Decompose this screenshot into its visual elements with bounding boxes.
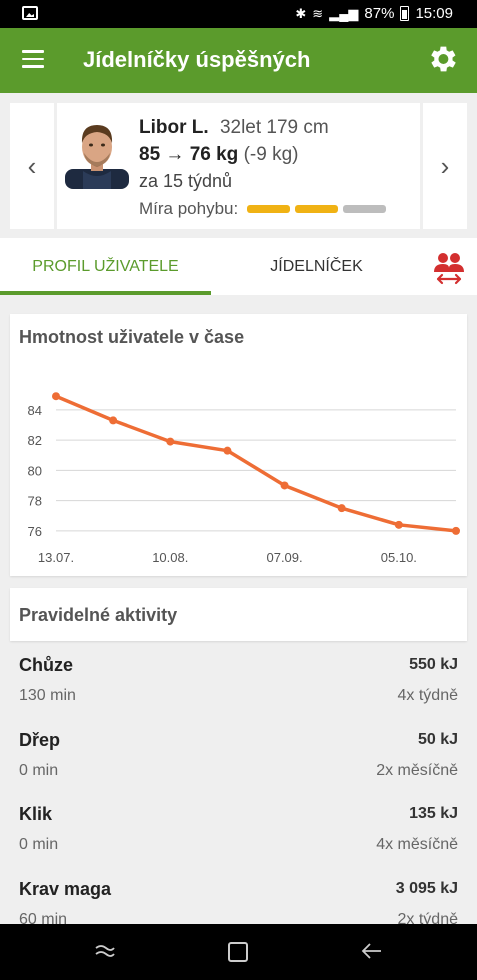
activity-duration: 0 min [19,836,59,853]
signal-icon: ▂▄▆ [329,5,359,21]
activity-item: Klik 135 kJ 0 min 4x měsíčně [0,790,477,865]
y-tick-label: 78 [28,494,42,509]
data-point [337,504,346,513]
activity-level-segment [247,205,291,213]
activity-item: Chůze 550 kJ 130 min 4x týdně [0,641,477,716]
gear-icon[interactable] [425,42,459,76]
activity-level-bars [247,205,387,213]
profile-weight-line: 85 → 76 kg (-9 kg) [139,144,298,166]
activity-duration: 0 min [19,762,59,779]
activity-item: Krav maga 3 095 kJ 60 min 2x týdně [0,865,477,924]
chevron-right-icon: › [440,150,450,181]
activities-list: Chůze 550 kJ 130 min 4x týdně Dřep 50 kJ… [0,641,477,924]
back-icon[interactable] [360,940,384,962]
activity-name: Dřep [19,730,61,750]
data-point [280,481,289,490]
activity-name: Krav maga [19,879,112,899]
activity-energy: 3 095 kJ [395,880,458,897]
recent-apps-icon[interactable] [93,940,117,962]
data-point [166,437,175,446]
home-icon[interactable] [228,942,248,962]
activity-item: Dřep 50 kJ 0 min 2x měsíčně [0,716,477,791]
data-point [223,446,232,455]
hamburger-menu-icon[interactable] [22,50,44,68]
activity-level-segment [295,205,339,213]
avatar [65,125,129,189]
app-bar: Jídelníčky úspěšných [0,28,477,93]
x-tick-label: 07.09. [266,550,302,565]
weight-change: 85 → 76 kg [139,144,239,165]
activity-energy: 550 kJ [409,656,458,673]
wifi-icon: ≋ [312,5,324,21]
tab-meal-plan[interactable]: JÍDELNÍČEK [211,238,422,295]
battery-percent: 87% [364,5,395,22]
activities-header: Pravidelné aktivity [10,588,467,641]
activity-level-label: Míra pohybu: [139,199,239,218]
activity-frequency: 2x týdně [397,911,458,924]
activity-duration: 130 min [19,687,76,704]
tab-user-profile[interactable]: PROFIL UŽIVATELE [0,238,211,295]
gallery-icon [22,6,38,20]
battery-icon [400,6,410,21]
activity-duration: 60 min [19,911,68,924]
profile-name: Libor L. [139,117,209,138]
y-tick-label: 80 [28,463,42,478]
app-title: Jídelníčky úspěšných [83,47,311,72]
profile-carousel: ‹ Libor L. 32let 179 cm 85 → 76 kg (-9 k… [0,93,477,238]
weight-line-chart: 76 78 80 82 84 13.07. 10.08. 07.09. 05.10. [28,392,460,565]
data-point [109,416,118,425]
weight-series-line [55,394,457,533]
activity-name: Klik [19,804,53,824]
y-tick-label: 76 [28,524,42,539]
activity-frequency: 4x týdně [397,687,458,704]
clock: 15:09 [415,5,453,22]
status-bar: ✱ ≋ ▂▄▆ 87% 15:09 [0,0,477,28]
activity-level-segment [343,205,387,213]
activity-level-row: Míra pohybu: [139,199,387,219]
profile-card[interactable]: Libor L. 32let 179 cm 85 → 76 kg (-9 kg)… [57,103,420,229]
data-point [452,526,460,535]
previous-profile-button[interactable]: ‹ [10,103,54,229]
data-point [394,520,403,529]
x-tick-label: 10.08. [152,550,188,565]
next-profile-button[interactable]: › [423,103,467,229]
activity-frequency: 2x měsíčně [376,762,458,779]
activity-name: Chůze [19,655,73,675]
activity-frequency: 4x měsíčně [376,836,458,853]
weight-chart-card: Hmotnost uživatele v čase 76 78 80 82 84 13.0… [10,314,467,576]
x-tick-label: 05.10. [381,550,417,565]
activity-energy: 135 kJ [409,805,458,822]
system-nav-bar [0,924,477,980]
x-tick-label: 13.07. [38,550,74,565]
weight-loss-duration: za 15 týdnů [139,171,233,191]
weight-delta: (-9 kg) [243,144,299,165]
data-point [52,392,60,401]
y-tick-label: 82 [28,433,42,448]
status-icons: ✱ ≋ ▂▄▆ 87% 15:09 [295,5,453,22]
profile-name-line: Libor L. 32let 179 cm [139,117,329,139]
chevron-left-icon: ‹ [27,150,37,181]
activity-energy: 50 kJ [417,731,458,748]
compare-users-icon[interactable] [429,248,469,288]
activities-title: Pravidelné aktivity [19,605,178,625]
tab-bar: PROFIL UŽIVATELE JÍDELNÍČEK [0,238,477,295]
y-tick-label: 84 [28,403,42,418]
bluetooth-icon: ✱ [295,5,307,21]
profile-age-height: 32let 179 cm [219,117,329,138]
